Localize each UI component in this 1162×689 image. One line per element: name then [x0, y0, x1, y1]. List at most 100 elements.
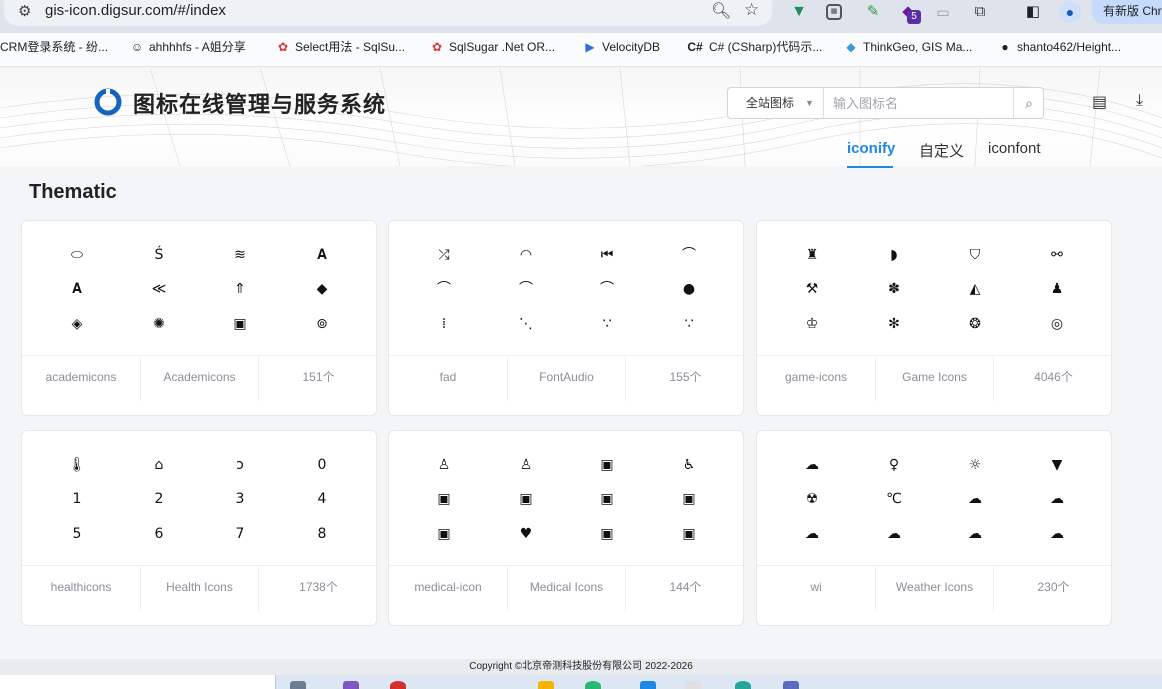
icon-preview-glyph[interactable]: ⊚ — [310, 314, 334, 334]
icon-preview-glyph[interactable]: ▣ — [595, 524, 619, 544]
icon-preview-glyph[interactable]: ⚯ — [1045, 245, 1069, 265]
icon-set-card[interactable]: ⬭ Ś ≋ 𝐀 𝐀 ≪ ⇑ ◆ ◈ ✺ ▣ ⊚ academicons Academicons 151个 — [21, 220, 378, 416]
bookmark-item[interactable]: ☺ ahhhhfs - A姐分享 — [130, 39, 246, 55]
icon-preview-glyph[interactable]: ☁ — [1045, 524, 1069, 544]
icon-preview-glyph[interactable]: ♥ — [514, 524, 538, 544]
icon-preview-glyph[interactable]: ♟ — [1045, 279, 1069, 299]
icon-preview-glyph[interactable]: ⌂ — [147, 455, 171, 475]
icon-preview-glyph[interactable]: ⇑ — [228, 279, 252, 299]
icon-preview-glyph[interactable]: ⌒ — [595, 279, 619, 299]
docs-icon[interactable]: ▤ — [1092, 92, 1107, 112]
icon-preview-glyph[interactable]: ⛉ — [963, 245, 987, 265]
bookmark-item[interactable]: ▶ VelocityDB — [583, 39, 660, 55]
url-text[interactable]: gis-icon.digsur.com/#/index — [45, 2, 226, 19]
bookmark-item[interactable]: ● shanto462/Height... — [998, 39, 1121, 55]
icon-preview-glyph[interactable]: ⏮ — [595, 245, 619, 265]
taskbar-app-icon[interactable] — [783, 681, 799, 689]
icon-preview-glyph[interactable]: ⌒ — [514, 279, 538, 299]
icon-preview-glyph[interactable]: 1 — [65, 489, 89, 509]
icon-preview-glyph[interactable]: ✽ — [882, 279, 906, 299]
icon-preview-glyph[interactable]: ☁ — [800, 455, 824, 475]
tab-custom[interactable]: 自定义 — [919, 140, 964, 161]
tab-iconify[interactable]: iconify — [847, 140, 895, 157]
bookmark-item[interactable]: CRM登录系统 - 纷... — [0, 39, 108, 55]
download-icon[interactable]: ⤓ — [1136, 92, 1143, 110]
icon-preview-glyph[interactable]: 3 — [228, 489, 252, 509]
taskbar-app-icon[interactable] — [343, 681, 359, 689]
icon-preview-glyph[interactable]: ♜ — [800, 245, 824, 265]
icon-preview-glyph[interactable]: ● — [677, 279, 701, 299]
qr-code-icon[interactable]: ▦ — [826, 4, 842, 20]
icon-preview-glyph[interactable]: 8 — [310, 524, 334, 544]
icon-preview-glyph[interactable]: 7 — [228, 524, 252, 544]
bookmark-star-icon[interactable]: ☆ — [744, 0, 759, 20]
search-icon[interactable]: ⌕ — [1013, 88, 1044, 118]
monitor-extension-icon[interactable]: ▭ — [933, 2, 953, 22]
icon-preview-glyph[interactable]: ♿ — [677, 455, 701, 475]
bookmark-item[interactable]: C# C# (CSharp)代码示... — [686, 39, 822, 55]
icon-preview-glyph[interactable]: ⌒ — [432, 279, 456, 299]
icon-preview-glyph[interactable]: ▣ — [677, 524, 701, 544]
icon-preview-glyph[interactable]: ↄ — [228, 455, 252, 475]
taskbar-app-icon[interactable] — [390, 681, 406, 689]
icon-preview-glyph[interactable]: ▣ — [514, 489, 538, 509]
tab-iconfont[interactable]: iconfont — [988, 140, 1041, 157]
icon-preview-glyph[interactable]: ∵ — [677, 314, 701, 334]
icon-preview-glyph[interactable]: ☁ — [882, 524, 906, 544]
side-panel-icon[interactable]: ◧ — [1023, 2, 1043, 22]
update-chrome-button[interactable]: 有新版 Chr — [1092, 0, 1162, 24]
icon-preview-glyph[interactable]: ⤮ — [432, 245, 456, 265]
icon-preview-glyph[interactable]: ◈ — [65, 314, 89, 334]
icon-preview-glyph[interactable]: 2 — [147, 489, 171, 509]
icon-preview-glyph[interactable]: ◆ — [310, 279, 334, 299]
icon-preview-glyph[interactable]: ✺ — [147, 314, 171, 334]
icon-preview-glyph[interactable]: ⁞ — [432, 314, 456, 334]
vue-devtools-icon[interactable]: ▼ — [789, 2, 809, 22]
icon-preview-glyph[interactable]: ☁ — [800, 524, 824, 544]
icon-preview-glyph[interactable]: Ś — [147, 245, 171, 265]
bookmark-item[interactable]: ◆ ThinkGeo, GIS Ma... — [844, 39, 972, 55]
icon-preview-glyph[interactable]: 6 — [147, 524, 171, 544]
icon-preview-glyph[interactable]: ♔ — [800, 314, 824, 334]
icon-preview-glyph[interactable]: ❂ — [963, 314, 987, 334]
icon-set-card[interactable]: ☁ ♀ ☼ ▼ ☢ ℃ ☁ ☁ ☁ ☁ ☁ ☁ wi Weather Icons 230个 — [756, 430, 1113, 626]
icon-preview-glyph[interactable]: ♙ — [514, 455, 538, 475]
taskbar-app-icon[interactable] — [290, 681, 306, 689]
extensions-puzzle-icon[interactable]: ⧉ — [970, 2, 990, 22]
icon-preview-glyph[interactable]: 5 — [65, 524, 89, 544]
bookmark-item[interactable]: ✿ Select用法 - SqlSu... — [276, 39, 405, 55]
taskbar-search[interactable] — [0, 675, 276, 689]
icon-preview-glyph[interactable]: ▣ — [228, 314, 252, 334]
icon-preview-glyph[interactable]: ♀ — [882, 455, 906, 475]
icon-preview-glyph[interactable]: ▣ — [595, 455, 619, 475]
taskbar-app-icon[interactable] — [585, 681, 601, 689]
search-scope-select[interactable]: 全站图标 ▼ — [728, 88, 824, 118]
taskbar-app-icon[interactable] — [640, 681, 656, 689]
taskbar-app-icon[interactable] — [685, 681, 701, 689]
icon-preview-glyph[interactable]: ∵ — [595, 314, 619, 334]
icon-set-card[interactable]: ⤮ ◠ ⏮ ⌒ ⌒ ⌒ ⌒ ● ⁞ ⋱ ∵ ∵ fad FontAudio 155个 — [388, 220, 745, 416]
icon-preview-glyph[interactable]: ♙ — [432, 455, 456, 475]
icon-preview-glyph[interactable]: ✻ — [882, 314, 906, 334]
profile-avatar-icon[interactable]: ● — [1059, 1, 1081, 23]
icon-preview-glyph[interactable]: ☁ — [1045, 489, 1069, 509]
icon-preview-glyph[interactable]: 𝐀 — [65, 279, 89, 299]
icon-preview-glyph[interactable]: 0 — [310, 455, 334, 475]
icon-preview-glyph[interactable]: ℃ — [882, 489, 906, 509]
icon-preview-glyph[interactable]: ⬭ — [65, 245, 89, 265]
taskbar-app-icon[interactable] — [735, 681, 751, 689]
icon-preview-glyph[interactable]: ⌒ — [677, 245, 701, 265]
icon-preview-glyph[interactable]: ≋ — [228, 245, 252, 265]
icon-preview-glyph[interactable]: 𝐀 — [310, 245, 334, 265]
site-title[interactable]: 图标在线管理与服务系统 — [133, 87, 386, 119]
icon-preview-glyph[interactable]: ⚒ — [800, 279, 824, 299]
icon-preview-glyph[interactable]: ◎ — [1045, 314, 1069, 334]
icon-preview-glyph[interactable]: ▼ — [1045, 455, 1069, 475]
taskbar-app-icon[interactable] — [538, 681, 554, 689]
icon-preview-glyph[interactable]: ◠ — [514, 245, 538, 265]
feather-extension-icon[interactable]: ✎ — [863, 2, 883, 22]
icon-set-card[interactable]: ♜ ◗ ⛉ ⚯ ⚒ ✽ ◭ ♟ ♔ ✻ ❂ ◎ game-icons Game Icons 4046个 — [756, 220, 1113, 416]
search-input[interactable] — [825, 88, 1013, 118]
site-info-icon[interactable]: ⚙ — [18, 2, 31, 20]
icon-preview-glyph[interactable]: ▣ — [432, 489, 456, 509]
